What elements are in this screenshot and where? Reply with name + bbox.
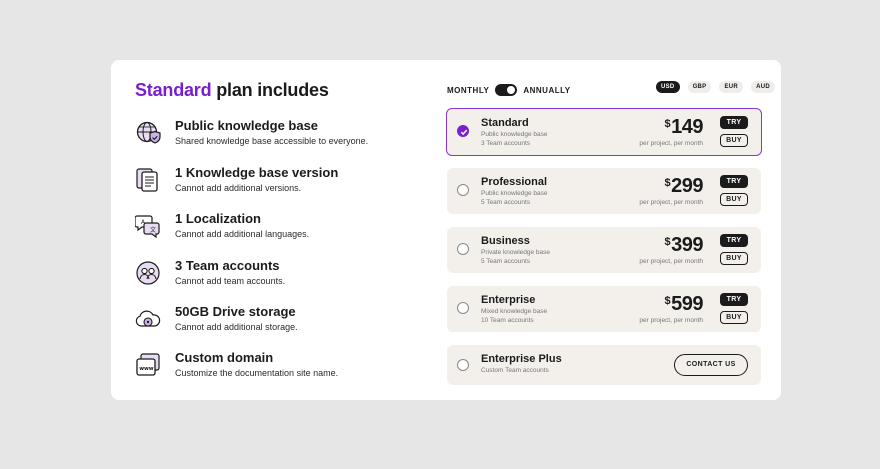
buy-button[interactable]: BUY	[720, 193, 748, 206]
feature-description: Shared knowledge base accessible to ever…	[175, 136, 369, 146]
plan-name: Professional	[481, 176, 548, 188]
title-rest: plan includes	[211, 80, 329, 100]
switch-knob	[507, 86, 516, 94]
plan-name: Enterprise Plus	[481, 353, 562, 365]
feature-title: Custom domain	[175, 350, 274, 365]
price-amount: 299	[671, 175, 703, 197]
price-period: per project, per month	[639, 199, 703, 206]
feature-item: Public knowledge base Shared knowledge b…	[135, 118, 425, 156]
price-period: per project, per month	[639, 317, 703, 324]
feature-item: 3 Team accounts Cannot add team accounts…	[135, 258, 425, 296]
monthly-label[interactable]: MONTHLY	[447, 86, 489, 95]
feature-title: 1 Localization	[175, 211, 261, 226]
currency-selector: USD GBP EUR AUD	[656, 81, 775, 93]
documents-icon	[136, 168, 158, 192]
currency-symbol: $	[664, 118, 671, 130]
price-amount: 599	[671, 293, 703, 315]
plan-radio[interactable]	[457, 302, 469, 314]
price-amount: 399	[671, 234, 703, 256]
cloud-drive-icon	[135, 310, 161, 327]
try-button[interactable]: TRY	[720, 116, 748, 129]
price-period: per project, per month	[639, 140, 703, 147]
plan-option-business[interactable]: Business Private knowledge base 5 Team a…	[447, 227, 761, 273]
svg-text:www: www	[139, 366, 154, 372]
page-title: Standard plan includes	[135, 80, 329, 101]
plan-name: Standard	[481, 117, 529, 129]
plan-detail: Private knowledge base	[481, 249, 551, 256]
buy-button[interactable]: BUY	[720, 134, 748, 147]
plan-detail: 5 Team accounts	[481, 258, 531, 265]
plan-detail: 10 Team accounts	[481, 317, 534, 324]
plan-detail: Mixed knowledge base	[481, 308, 548, 315]
currency-symbol: $	[664, 236, 671, 248]
plan-name: Business	[481, 235, 530, 247]
plan-name-accent: Standard	[135, 80, 212, 100]
feature-title: Public knowledge base	[175, 118, 319, 133]
plan-price: $299	[665, 175, 704, 198]
plan-option-enterprise[interactable]: Enterprise Mixed knowledge base 10 Team …	[447, 286, 761, 332]
feature-title: 3 Team accounts	[175, 258, 280, 273]
currency-gbp[interactable]: GBP	[687, 81, 712, 93]
feature-description: Cannot add additional versions.	[175, 183, 302, 193]
currency-symbol: $	[664, 295, 671, 307]
feature-title: 1 Knowledge base version	[175, 165, 339, 180]
checkmark-icon	[460, 129, 468, 136]
feature-description: Cannot add team accounts.	[175, 276, 286, 286]
feature-description: Cannot add additional languages.	[175, 229, 310, 239]
plan-price: $399	[665, 234, 704, 257]
plan-price: $599	[665, 293, 704, 316]
billing-switch[interactable]	[495, 84, 518, 96]
plan-detail: Public knowledge base	[481, 190, 548, 197]
buy-button[interactable]: BUY	[720, 252, 748, 265]
contact-us-button[interactable]: CONTACT US	[674, 354, 748, 376]
feature-item: A 文 1 Localization Cannot add additional…	[135, 211, 425, 249]
annually-label[interactable]: ANNUALLY	[523, 86, 570, 95]
plan-detail: 5 Team accounts	[481, 199, 531, 206]
currency-aud[interactable]: AUD	[751, 81, 775, 93]
try-button[interactable]: TRY	[720, 175, 748, 188]
plan-radio[interactable]	[457, 359, 469, 371]
feature-description: Customize the documentation site name.	[175, 368, 339, 378]
plan-detail: Public knowledge base	[481, 131, 548, 138]
plan-option-professional[interactable]: Professional Public knowledge base 5 Tea…	[447, 168, 761, 214]
feature-title: 50GB Drive storage	[175, 304, 296, 319]
plan-radio[interactable]	[457, 184, 469, 196]
feature-description: Cannot add additional storage.	[175, 322, 298, 332]
plan-option-standard[interactable]: Standard Public knowledge base 3 Team ac…	[446, 108, 762, 156]
currency-eur[interactable]: EUR	[719, 81, 744, 93]
svg-text:文: 文	[150, 226, 156, 234]
plan-option-enterprise-plus[interactable]: Enterprise Plus Custom Team accounts CON…	[447, 345, 761, 385]
feature-item: www Custom domain Customize the document…	[135, 350, 425, 388]
feature-item: 50GB Drive storage Cannot add additional…	[135, 304, 425, 342]
currency-usd[interactable]: USD	[656, 81, 680, 93]
translate-icon: A 文	[135, 215, 160, 239]
feature-item: 1 Knowledge base version Cannot add addi…	[135, 165, 425, 203]
currency-symbol: $	[664, 177, 671, 189]
plan-price: $149	[665, 116, 704, 139]
team-icon	[136, 261, 160, 285]
domain-icon: www	[136, 353, 160, 376]
plan-radio[interactable]	[457, 243, 469, 255]
price-amount: 149	[671, 116, 703, 138]
price-period: per project, per month	[639, 258, 703, 265]
try-button[interactable]: TRY	[720, 293, 748, 306]
plan-radio[interactable]	[457, 125, 469, 137]
plan-detail: 3 Team accounts	[481, 140, 531, 147]
plan-name: Enterprise	[481, 294, 536, 306]
pricing-card: Standard plan includes Public knowledge …	[111, 60, 781, 400]
globe-shield-icon	[136, 121, 161, 144]
billing-period-toggle: MONTHLY ANNUALLY	[447, 83, 571, 97]
plan-detail: Custom Team accounts	[481, 367, 549, 374]
try-button[interactable]: TRY	[720, 234, 748, 247]
buy-button[interactable]: BUY	[720, 311, 748, 324]
